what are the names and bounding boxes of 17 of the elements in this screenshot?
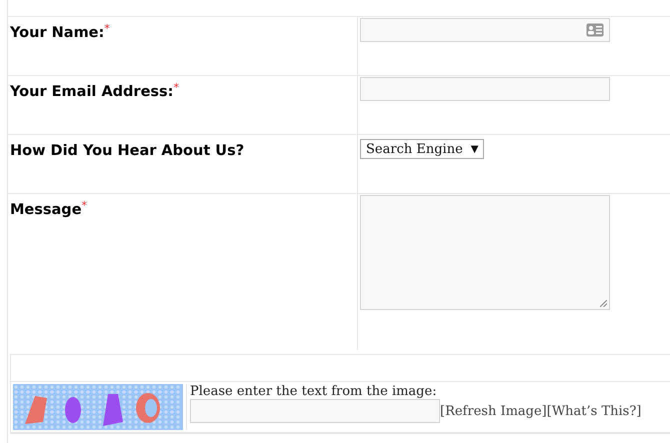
text-field[interactable] — [360, 18, 610, 42]
captcha-field[interactable] — [190, 399, 440, 423]
field-label: How Did You Hear About Us? — [10, 143, 244, 159]
field-label: Your Email Address: — [10, 84, 174, 100]
required-asterisk: * — [82, 199, 88, 212]
message-field[interactable] — [360, 195, 610, 310]
text-field[interactable] — [360, 77, 610, 101]
captcha-prompt: Please enter the text from the image: — [190, 384, 438, 399]
contact-card-icon[interactable] — [586, 23, 604, 37]
captcha-link[interactable]: [Refresh Image] — [440, 404, 547, 418]
field-label: Your Name: — [10, 25, 104, 41]
captcha-link[interactable]: [What’s This?] — [546, 404, 642, 418]
required-asterisk: * — [104, 22, 110, 35]
dropdown[interactable]: Search Engine ▼ — [360, 139, 484, 159]
required-asterisk: * — [173, 81, 179, 94]
resize-grip-icon[interactable] — [600, 300, 607, 307]
field-label: Message — [10, 202, 82, 218]
